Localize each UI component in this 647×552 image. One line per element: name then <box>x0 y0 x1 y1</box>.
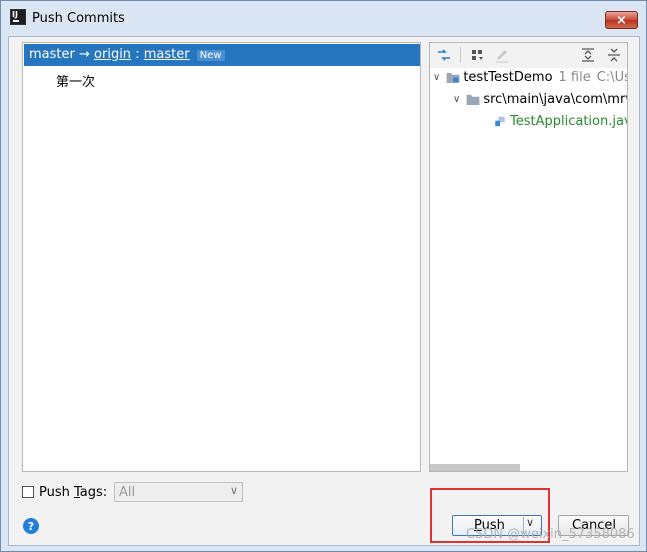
dialog-content: master → origin : master New 第一次 ∨ testT… <box>8 36 640 546</box>
branch-separator: : <box>135 47 140 62</box>
tree-root-count: 1 file <box>558 70 591 85</box>
intellij-icon: IJ <box>10 9 26 25</box>
tree-file-name: TestApplication.java <box>510 114 628 129</box>
group-by-icon[interactable] <box>470 47 486 63</box>
show-diff-icon[interactable] <box>436 47 452 63</box>
horizontal-scrollbar[interactable] <box>430 464 520 471</box>
edit-icon[interactable] <box>494 47 510 63</box>
collapse-all-icon[interactable] <box>606 47 622 63</box>
local-branch: master <box>29 47 75 62</box>
push-tags-checkbox[interactable] <box>22 486 34 498</box>
arrow-icon: → <box>78 47 90 62</box>
window-title: Push Commits <box>32 11 125 26</box>
tree-folder-row[interactable]: ∨ src\main\java\com\mrw <box>453 92 628 107</box>
tree-root-row[interactable]: ∨ testTestDemo 1 file C:\Use <box>433 70 627 85</box>
tree-root-name: testTestDemo <box>463 70 553 85</box>
expand-all-icon[interactable] <box>580 47 596 63</box>
tree-folder-name: src\main\java\com\mrw <box>483 92 628 107</box>
title-bar: IJ Push Commits × <box>1 1 646 36</box>
remote-branch-link[interactable]: master <box>144 47 190 62</box>
changes-toolbar <box>430 43 627 68</box>
commits-panel: master → origin : master New 第一次 <box>22 42 421 472</box>
module-folder-icon <box>446 72 460 83</box>
push-tags-selected: All <box>119 485 136 500</box>
folder-icon <box>466 94 480 105</box>
close-button[interactable]: × <box>605 11 638 29</box>
tree-root-path: C:\Use <box>596 70 627 85</box>
push-tags-select[interactable]: All ∨ <box>114 482 243 502</box>
watermark: CSDN @weixin_57358086 <box>466 527 635 542</box>
chevron-down-icon[interactable]: ∨ <box>433 72 440 83</box>
toolbar-divider <box>460 47 461 63</box>
branch-row[interactable]: master → origin : master New <box>24 44 420 66</box>
remote-link[interactable]: origin <box>94 47 131 62</box>
tree-file-row[interactable]: TestApplication.java <box>493 114 628 129</box>
new-badge: New <box>196 50 225 61</box>
chevron-down-icon[interactable]: ∨ <box>453 94 460 105</box>
chevron-down-icon: ∨ <box>229 484 238 497</box>
changes-panel: ∨ testTestDemo 1 file C:\Use ∨ src\main\… <box>429 42 628 472</box>
push-commits-dialog: IJ Push Commits × master → origin : mast… <box>0 0 647 552</box>
help-icon[interactable]: ? <box>23 518 39 534</box>
java-class-icon <box>495 116 505 127</box>
push-tags-label: Push Tags: <box>39 485 108 500</box>
commit-item[interactable]: 第一次 <box>56 71 95 90</box>
close-icon: × <box>616 12 627 28</box>
